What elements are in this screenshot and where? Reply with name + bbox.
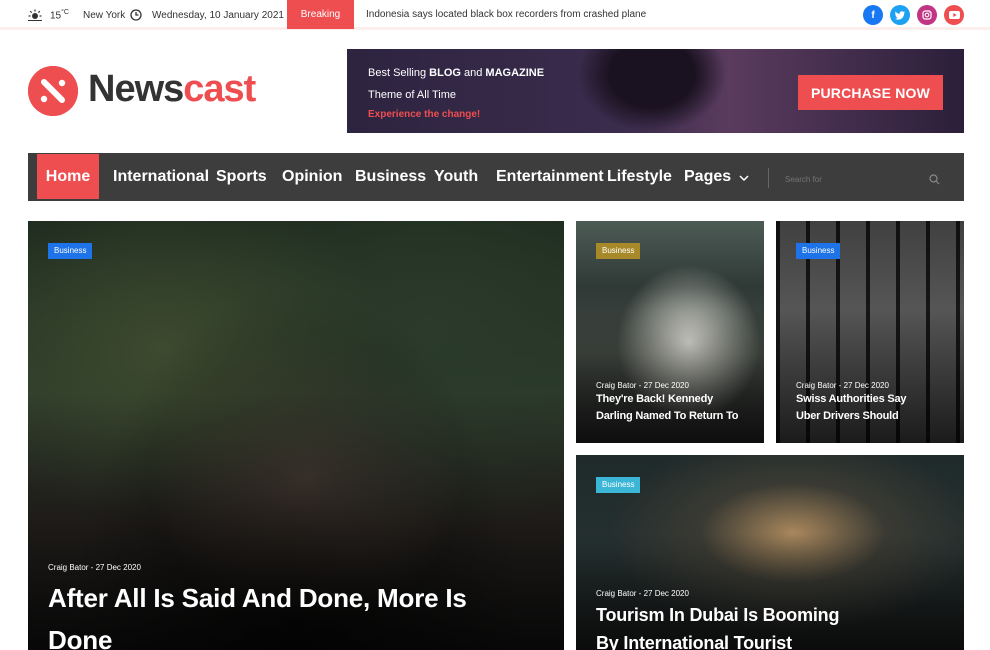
search-input[interactable] (783, 171, 923, 187)
article-title[interactable]: After All Is Said And Done, More Is Done (48, 577, 468, 650)
date-display: Wednesday, 10 January 2021 (130, 9, 284, 21)
date-text: Wednesday, 10 January 2021 (152, 9, 284, 21)
article-meta: Craig Bator - 27 Dec 2020 (596, 589, 689, 598)
news-ticker[interactable]: Indonesia says located black box recorde… (366, 9, 646, 20)
article-title[interactable]: They're Back! Kennedy Darling Named To R… (596, 391, 746, 425)
article-card[interactable]: Business Craig Bator - 27 Dec 2020 Touri… (576, 455, 964, 650)
instagram-icon[interactable] (917, 5, 937, 25)
nav-item-international[interactable]: International (113, 153, 209, 201)
main-nav: Home International Sports Opinion Busine… (28, 153, 964, 201)
breaking-news-label: Breaking News (287, 0, 354, 49)
nav-item-entertainment[interactable]: Entertainment (496, 153, 604, 201)
article-title[interactable]: Tourism In Dubai Is Booming By Internati… (596, 601, 856, 650)
article-meta: Craig Bator - 27 Dec 2020 (48, 563, 141, 572)
facebook-icon[interactable]: f (863, 5, 883, 25)
category-badge[interactable]: Business (596, 477, 641, 493)
site-logo[interactable]: Newscast (88, 68, 256, 111)
banner-line2: Theme of All Time (368, 89, 457, 101)
youtube-icon[interactable] (944, 5, 964, 25)
nav-item-home[interactable]: Home (37, 154, 99, 199)
logo-text-news: News (88, 68, 184, 110)
banner-silhouette-image (577, 49, 727, 133)
nav-item-sports[interactable]: Sports (216, 153, 267, 201)
article-title[interactable]: Swiss Authorities Say Uber Drivers Shoul… (796, 391, 931, 425)
chevron-down-icon (739, 168, 749, 186)
twitter-icon[interactable] (890, 5, 910, 25)
banner-line1: Best Selling BLOG and MAGAZINE (368, 67, 545, 79)
nav-item-business[interactable]: Business (355, 153, 426, 201)
sun-icon (28, 9, 42, 22)
nav-item-opinion[interactable]: Opinion (282, 153, 342, 201)
banner-tagline: Experience the change! (368, 109, 481, 120)
promo-banner[interactable]: Best Selling BLOG and MAGAZINE Theme of … (347, 49, 964, 133)
temperature: 15 (50, 10, 62, 22)
nav-item-pages-label: Pages (684, 168, 732, 185)
temperature-unit: °C (61, 9, 69, 16)
nav-item-pages[interactable]: Pages (684, 153, 749, 201)
featured-article-card[interactable]: Business Craig Bator - 27 Dec 2020 After… (28, 221, 564, 650)
search-box (768, 168, 943, 188)
logo-icon[interactable] (28, 66, 78, 116)
top-bar: 15°C New York Wednesday, 10 January 2021… (0, 0, 990, 49)
article-card[interactable]: Business Craig Bator - 27 Dec 2020 They'… (576, 221, 764, 443)
article-meta: Craig Bator - 27 Dec 2020 (596, 381, 689, 390)
clock-icon (130, 9, 142, 21)
city: New York (82, 9, 126, 21)
logo-text-cast: cast (183, 68, 256, 110)
category-badge[interactable]: Business (596, 243, 641, 259)
weather: 15°C New York (28, 9, 125, 21)
article-meta: Craig Bator - 27 Dec 2020 (796, 381, 889, 390)
nav-item-lifestyle[interactable]: Lifestyle (607, 153, 672, 201)
purchase-now-button[interactable]: PURCHASE NOW (798, 75, 943, 110)
search-icon[interactable] (929, 172, 940, 190)
category-badge[interactable]: Business (796, 243, 841, 259)
nav-item-youth[interactable]: Youth (434, 153, 478, 201)
article-card[interactable]: Business Craig Bator - 27 Dec 2020 Swiss… (776, 221, 964, 443)
category-badge[interactable]: Business (48, 243, 93, 259)
